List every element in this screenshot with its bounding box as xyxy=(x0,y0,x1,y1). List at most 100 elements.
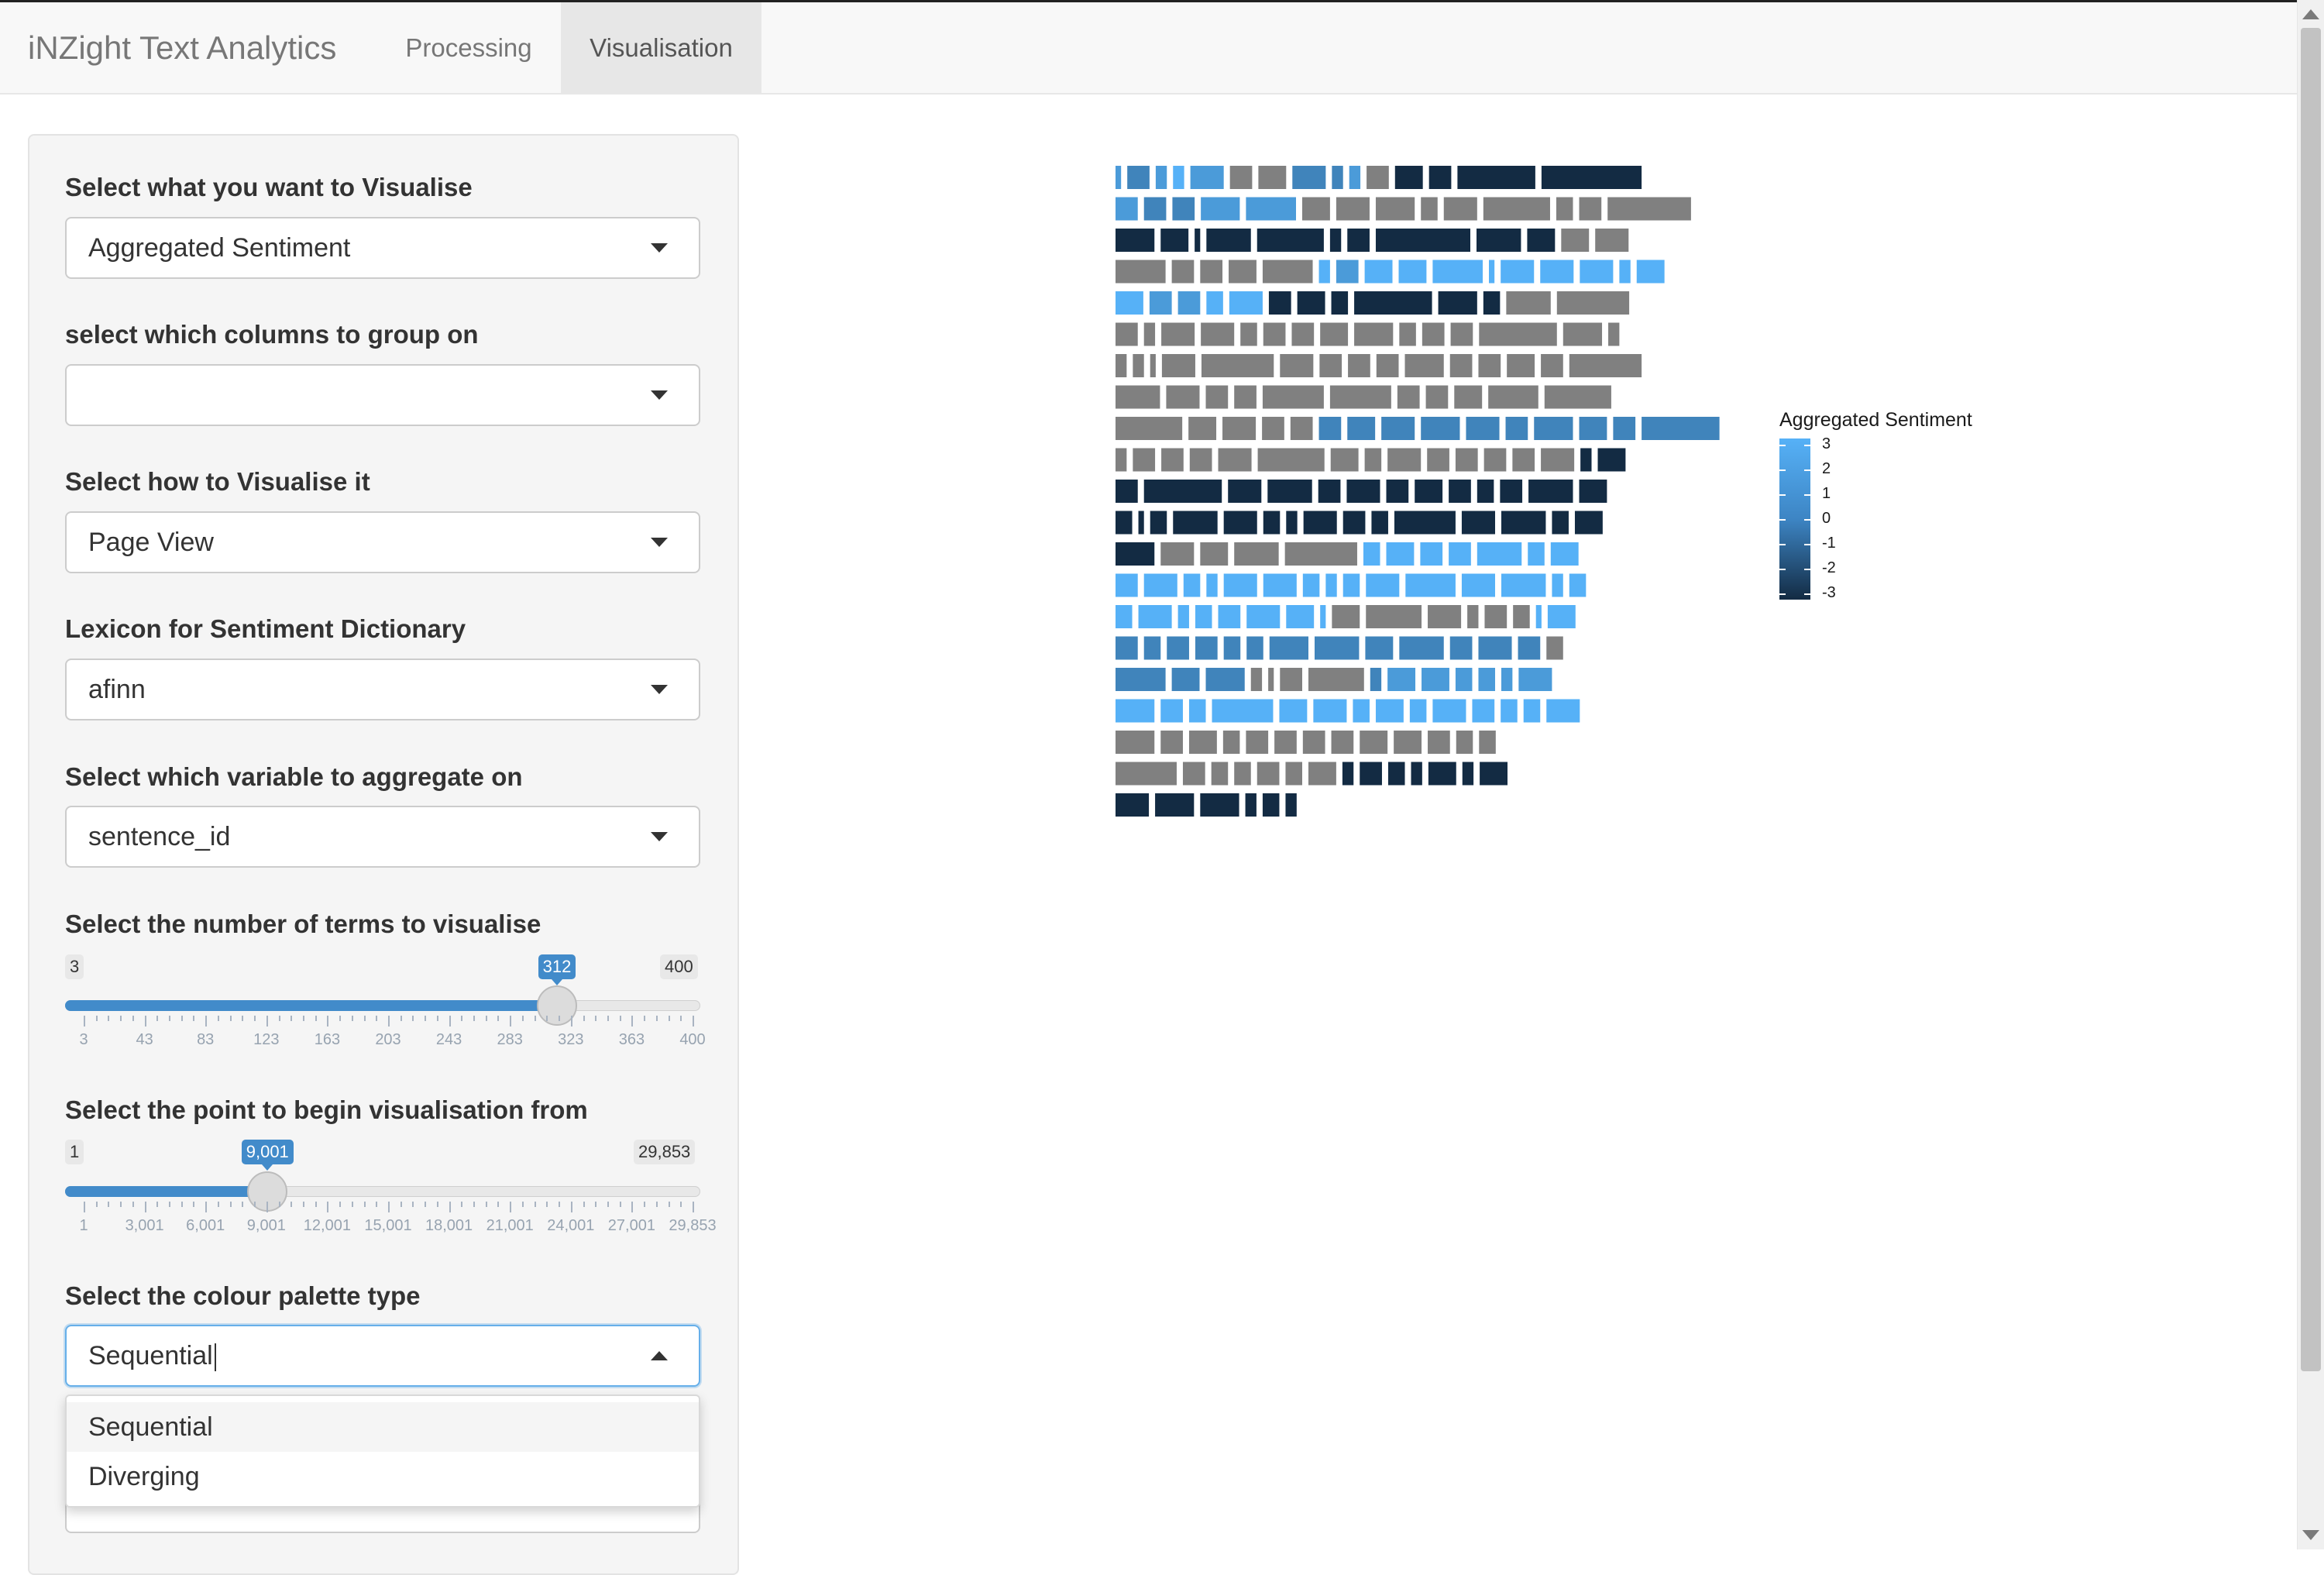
word-block xyxy=(1150,511,1167,535)
word-block xyxy=(1457,166,1535,189)
legend-tick xyxy=(1779,544,1786,545)
word-block xyxy=(1116,417,1183,440)
word-block xyxy=(1246,731,1269,754)
word-block xyxy=(1642,417,1720,440)
aggregate-variable-select[interactable]: sentence_id xyxy=(65,806,700,868)
word-block xyxy=(1561,229,1590,252)
slider-minor-tick xyxy=(473,1202,476,1207)
scroll-thumb[interactable] xyxy=(2301,28,2321,1371)
slider-minor-tick xyxy=(644,1016,646,1021)
slider-minor-tick xyxy=(132,1202,134,1207)
word-block xyxy=(1200,542,1229,566)
palette-type-dropdown: Sequential Diverging xyxy=(65,1394,700,1508)
word-block xyxy=(1319,354,1342,377)
tab-processing[interactable]: Processing xyxy=(384,2,553,93)
word-block xyxy=(1552,573,1563,597)
legend-tick xyxy=(1779,519,1786,521)
word-block xyxy=(1150,354,1156,377)
word-block xyxy=(1449,542,1471,566)
aggregate-variable-value: sentence_id xyxy=(88,822,231,851)
word-block xyxy=(1501,573,1546,597)
word-block xyxy=(1116,166,1122,189)
word-block xyxy=(1512,448,1535,472)
slider-major-tick xyxy=(693,1016,694,1027)
word-block xyxy=(1397,385,1420,409)
page-scrollbar[interactable] xyxy=(2297,0,2324,1549)
slider-minor-tick xyxy=(680,1016,682,1021)
word-block xyxy=(1286,605,1315,628)
word-block xyxy=(1360,762,1382,786)
word-block xyxy=(1291,322,1315,346)
word-block xyxy=(1541,166,1642,189)
visualise-what-select[interactable]: Aggregated Sentiment xyxy=(65,217,700,279)
scroll-up-icon[interactable] xyxy=(2302,9,2319,19)
word-block xyxy=(1449,636,1473,660)
word-block xyxy=(1455,668,1473,691)
word-block xyxy=(1234,762,1251,786)
slider-tick-label: 243 xyxy=(435,1031,462,1048)
palette-option-sequential[interactable]: Sequential xyxy=(67,1402,699,1452)
word-block xyxy=(1422,668,1449,691)
word-block xyxy=(1478,668,1495,691)
word-block xyxy=(1540,260,1574,284)
word-block xyxy=(1167,636,1189,660)
group-columns-select[interactable] xyxy=(65,364,700,426)
num-terms-fill xyxy=(65,1000,558,1011)
word-block xyxy=(1501,511,1546,535)
slider-major-tick xyxy=(570,1202,572,1212)
word-block xyxy=(1308,668,1364,691)
word-block xyxy=(1501,260,1535,284)
word-block xyxy=(1200,793,1239,817)
word-block xyxy=(1250,668,1263,691)
slider-minor-tick xyxy=(559,1016,561,1021)
word-block xyxy=(1580,260,1614,284)
word-block xyxy=(1421,197,1438,221)
word-block xyxy=(1229,166,1253,189)
chevron-down-icon xyxy=(651,243,668,253)
word-block xyxy=(1546,636,1563,660)
slider-minor-tick xyxy=(132,1016,134,1021)
word-block xyxy=(1371,511,1388,535)
legend-tick xyxy=(1779,494,1786,496)
slider-minor-tick xyxy=(108,1016,110,1021)
legend-tick xyxy=(1804,519,1810,521)
slider-minor-tick xyxy=(95,1202,98,1207)
word-block xyxy=(1280,354,1314,377)
word-block xyxy=(1556,291,1630,315)
legend-tick xyxy=(1779,445,1786,446)
palette-option-diverging[interactable]: Diverging xyxy=(67,1452,699,1501)
scroll-down-icon[interactable] xyxy=(2302,1530,2319,1540)
word-block xyxy=(1325,573,1337,597)
slider-minor-tick xyxy=(363,1202,366,1207)
word-block xyxy=(1336,260,1359,284)
word-block xyxy=(1462,762,1474,786)
word-block xyxy=(1171,668,1200,691)
app-brand[interactable]: iNZight Text Analytics xyxy=(28,2,336,93)
visualise-how-select[interactable]: Page View xyxy=(65,511,700,573)
slider-minor-tick xyxy=(290,1202,293,1207)
lexicon-select[interactable]: afinn xyxy=(65,659,700,720)
word-block xyxy=(1269,636,1308,660)
word-block xyxy=(1116,668,1166,691)
word-block xyxy=(1116,385,1160,409)
word-block xyxy=(1143,322,1156,346)
slider-major-tick xyxy=(449,1016,451,1027)
word-block xyxy=(1206,291,1223,315)
legend-tick xyxy=(1804,469,1810,471)
word-block xyxy=(1394,731,1422,754)
word-block xyxy=(1420,542,1443,566)
slider-minor-tick xyxy=(193,1016,195,1021)
slider-minor-tick xyxy=(120,1202,122,1207)
word-block xyxy=(1399,322,1416,346)
word-block xyxy=(1177,291,1201,315)
slider-minor-tick xyxy=(425,1016,427,1021)
slider-minor-tick xyxy=(412,1202,414,1207)
word-block xyxy=(1285,793,1297,817)
start-point-label: Select the point to begin visualisation … xyxy=(65,1095,588,1124)
word-block xyxy=(1143,480,1222,503)
word-block xyxy=(1449,354,1473,377)
tab-visualisation[interactable]: Visualisation xyxy=(561,2,761,93)
legend-tick xyxy=(1804,593,1810,595)
word-block xyxy=(1478,354,1501,377)
palette-type-select[interactable]: Sequential xyxy=(65,1325,700,1387)
